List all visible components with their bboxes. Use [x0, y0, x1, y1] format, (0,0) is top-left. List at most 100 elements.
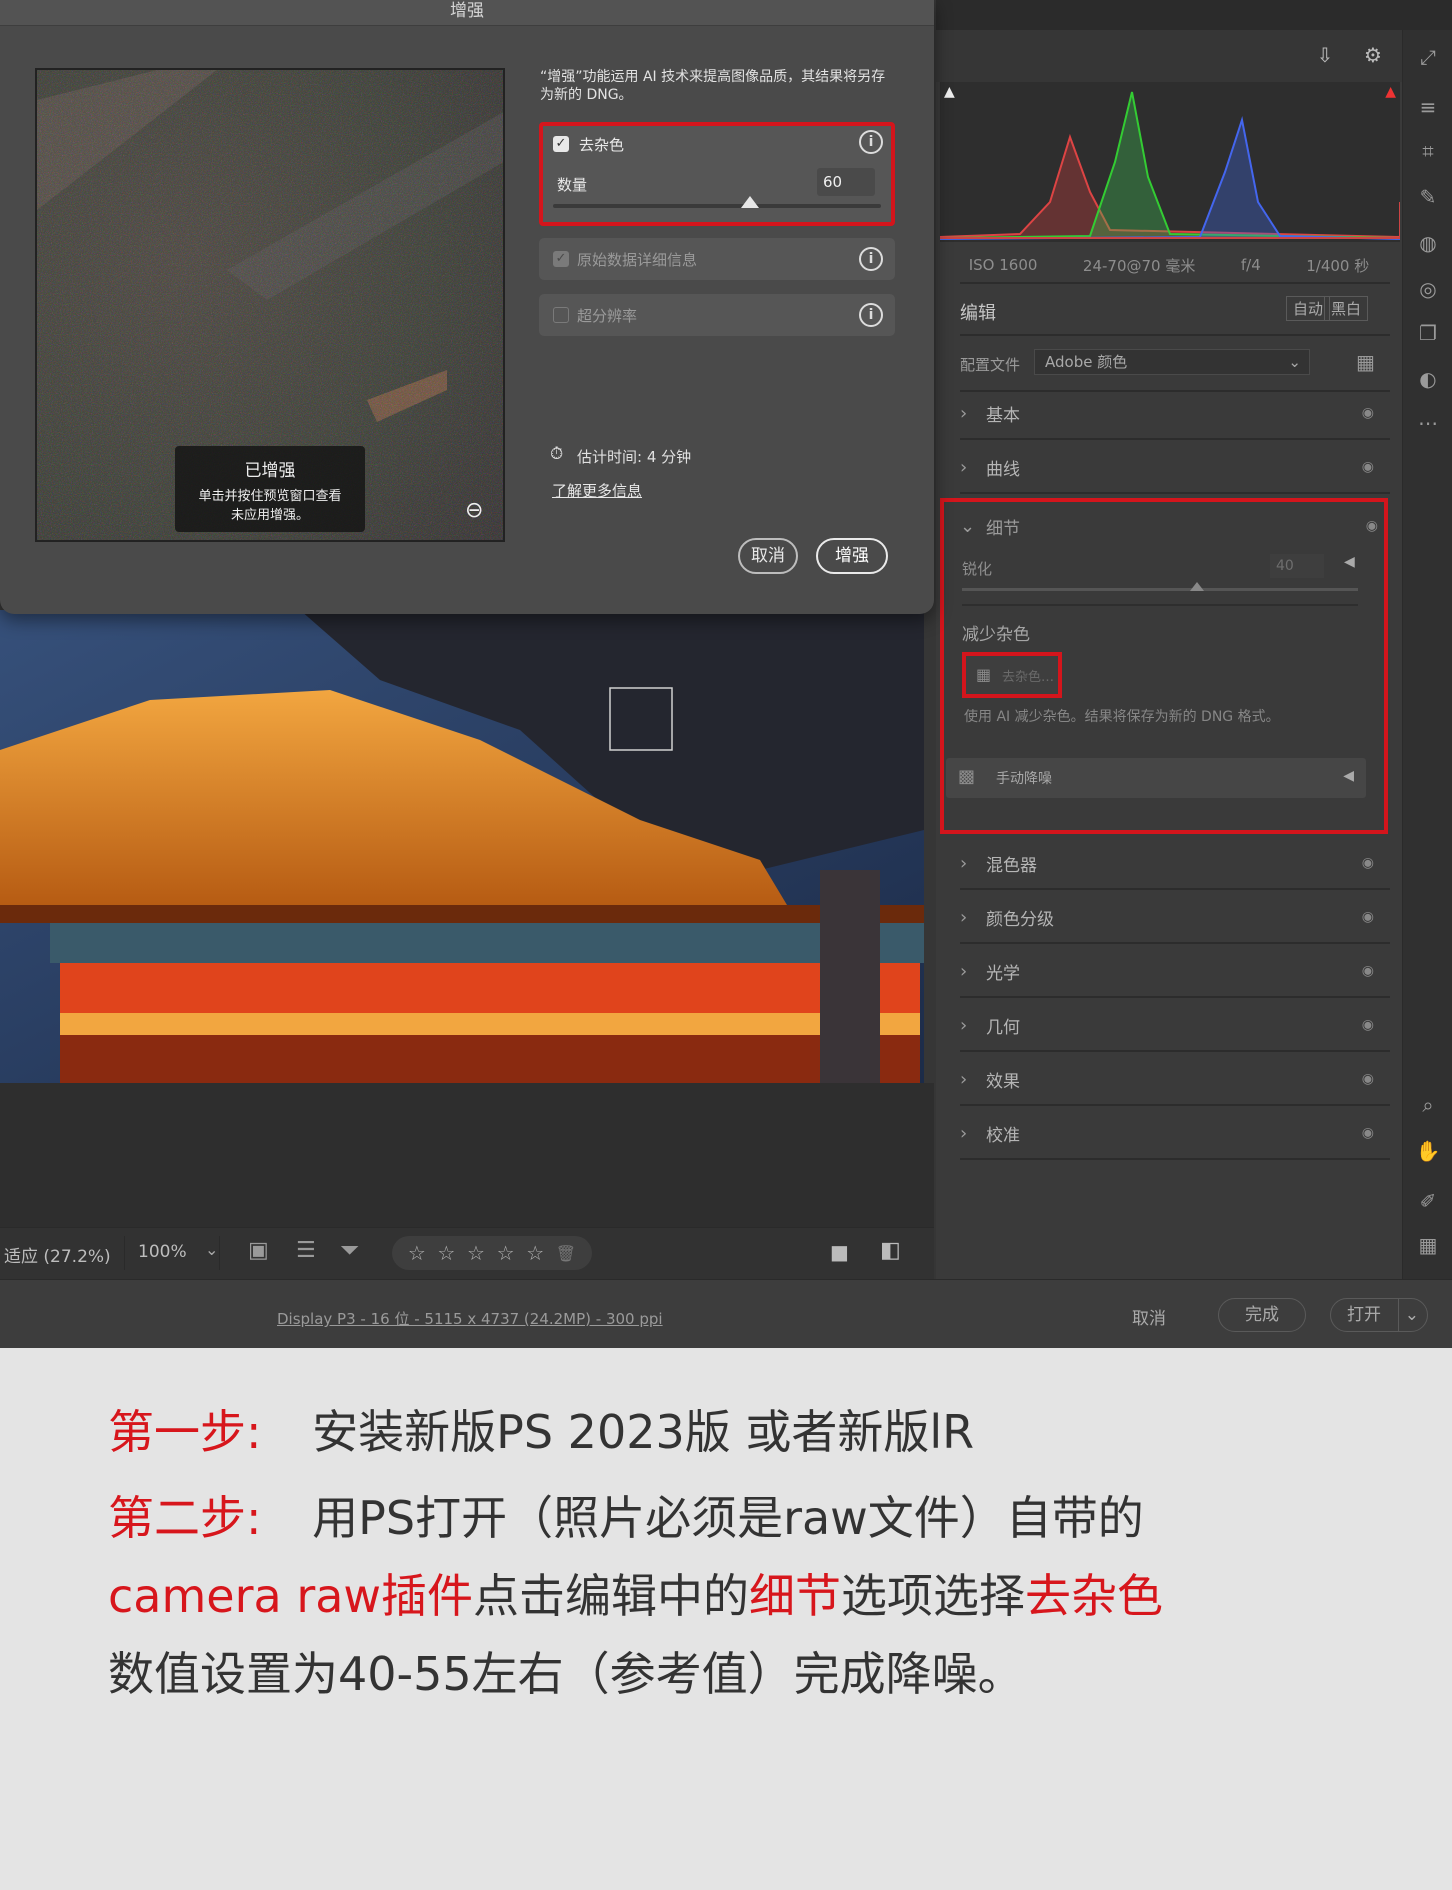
- profile-row: 配置文件 Adobe 颜色 ⌄ ▦: [960, 338, 1390, 392]
- denoise-checkbox[interactable]: ✓: [553, 136, 569, 152]
- healing-icon[interactable]: ✎: [1413, 182, 1443, 212]
- open-button[interactable]: 打开 ⌄: [1330, 1298, 1428, 1332]
- workflow-options-link[interactable]: Display P3 - 16 位 - 5115 x 4737 (24.2MP)…: [277, 1308, 663, 1329]
- eye-icon[interactable]: ◉: [1362, 855, 1374, 871]
- more-icon[interactable]: ⋯: [1413, 408, 1443, 438]
- chevron-down-icon[interactable]: ⌄: [960, 516, 975, 537]
- image-icon[interactable]: ▣: [248, 1238, 269, 1263]
- eye-icon[interactable]: ◉: [1362, 1125, 1374, 1141]
- amount-slider[interactable]: [553, 196, 881, 208]
- enhanced-badge: 已增强 单击并按住预览窗口查看 未应用增强。: [175, 446, 365, 532]
- sort-icon[interactable]: ☰: [296, 1238, 316, 1263]
- grid-icon[interactable]: ▦: [1413, 1230, 1443, 1260]
- sharpen-slider[interactable]: [962, 582, 1358, 591]
- detail-title[interactable]: 细节: [986, 514, 1020, 539]
- dialog-enhance-button[interactable]: 增强: [816, 538, 888, 574]
- section-optics[interactable]: › 光学 ◉: [960, 946, 1390, 998]
- caption-denoise: 去杂色: [1025, 1569, 1164, 1623]
- eye-icon[interactable]: ◉: [1362, 963, 1374, 979]
- eye-icon[interactable]: ◉: [1362, 1071, 1374, 1087]
- section-curve[interactable]: › 曲线 ◉: [960, 442, 1390, 494]
- timer-icon: ⏱: [550, 444, 564, 464]
- zoom-out-icon[interactable]: ⊖: [465, 498, 483, 523]
- gear-icon[interactable]: ⚙: [1358, 40, 1388, 70]
- redeye-icon[interactable]: ◎: [1413, 274, 1443, 304]
- info-icon[interactable]: i: [859, 247, 883, 271]
- exif-lens: 24-70@70 毫米: [1082, 256, 1196, 275]
- star-icon[interactable]: ☆: [408, 1241, 426, 1265]
- section-geometry[interactable]: › 几何 ◉: [960, 1000, 1390, 1052]
- cancel-button[interactable]: 取消: [1132, 1304, 1166, 1329]
- crop-icon[interactable]: ⌗: [1413, 136, 1443, 166]
- compare-icon[interactable]: ◧: [880, 1238, 901, 1263]
- done-button[interactable]: 完成: [1218, 1298, 1306, 1332]
- eye-icon[interactable]: ◉: [1362, 909, 1374, 925]
- sliders-icon[interactable]: ≡: [1413, 92, 1443, 122]
- slider-thumb[interactable]: [1190, 582, 1205, 591]
- expand-icon[interactable]: ⤢: [1413, 42, 1443, 72]
- view-toggle-icon[interactable]: ■: [830, 1240, 849, 1264]
- histogram: ▲ ▲: [939, 82, 1401, 242]
- info-icon[interactable]: i: [859, 130, 883, 154]
- star-icon[interactable]: ☆: [497, 1241, 515, 1265]
- learn-more-link[interactable]: 了解更多信息: [552, 480, 642, 501]
- profile-select[interactable]: Adobe 颜色 ⌄: [1034, 349, 1310, 375]
- trash-icon[interactable]: 🗑: [556, 1244, 576, 1263]
- hand-icon[interactable]: ✋: [1413, 1136, 1443, 1166]
- section-grading[interactable]: › 颜色分级 ◉: [960, 892, 1390, 944]
- slider-thumb[interactable]: [740, 196, 759, 208]
- dialog-cancel-button[interactable]: 取消: [738, 538, 798, 574]
- ai-note: 使用 AI 减少杂色。结果将保存为新的 DNG 格式。: [964, 709, 1280, 725]
- chevron-right-icon: ›: [960, 456, 968, 478]
- zoom-100-label[interactable]: 100%: [138, 1242, 187, 1262]
- chevron-down-icon[interactable]: ⌄: [205, 1240, 218, 1259]
- caption-line-4: 数值设置为40-55左右（参考值）完成降噪。: [108, 1638, 1024, 1704]
- section-mixer[interactable]: › 混色器 ◉: [960, 838, 1390, 890]
- triangle-left-icon[interactable]: ◀: [1343, 768, 1354, 784]
- step1-label: 第一步:: [108, 1405, 262, 1459]
- section-calibration[interactable]: › 校准 ◉: [960, 1108, 1390, 1160]
- section-effects[interactable]: › 效果 ◉: [960, 1054, 1390, 1106]
- mask-icon[interactable]: ◍: [1413, 228, 1443, 258]
- manual-denoise-row[interactable]: ▩ 手动降噪 ◀: [946, 758, 1366, 798]
- view-status-bar: 适应 (27.2%) 100% ⌄ ▣ ☰ ⏷ ☆ ☆ ☆ ☆ ☆ 🗑 ■ ◧: [0, 1227, 934, 1279]
- eye-icon[interactable]: ◉: [1362, 1017, 1374, 1033]
- highlight-clipping-icon[interactable]: ▲: [1385, 84, 1396, 100]
- star-icon[interactable]: ☆: [526, 1241, 544, 1265]
- snapshots-icon[interactable]: ◐: [1413, 364, 1443, 394]
- sharpen-value-field[interactable]: 40: [1270, 554, 1324, 578]
- exif-iso: ISO 1600: [968, 256, 1038, 274]
- zoom-icon[interactable]: ⌕: [1413, 1090, 1443, 1120]
- enhance-preview[interactable]: 已增强 单击并按住预览窗口查看 未应用增强。 ⊖: [35, 68, 505, 542]
- dialog-title: 增强: [0, 0, 934, 26]
- profile-browser-icon[interactable]: ▦: [1356, 350, 1375, 374]
- raw-details-checkbox[interactable]: ✓: [553, 251, 569, 267]
- info-icon[interactable]: i: [859, 303, 883, 327]
- super-res-label: 超分辨率: [577, 307, 638, 325]
- super-res-checkbox[interactable]: [553, 307, 569, 323]
- fit-zoom-label[interactable]: 适应 (27.2%): [4, 1242, 111, 1267]
- eye-icon[interactable]: ◉: [1362, 459, 1374, 475]
- bw-button[interactable]: 黑白: [1323, 296, 1368, 321]
- save-icon[interactable]: ⇩: [1310, 40, 1340, 70]
- star-icon[interactable]: ☆: [467, 1241, 485, 1265]
- amount-value-field[interactable]: 60: [817, 168, 875, 196]
- shadow-clipping-icon[interactable]: ▲: [944, 84, 955, 100]
- triangle-left-icon[interactable]: ◀: [1344, 554, 1355, 570]
- caption-line-3: camera raw插件点击编辑中的细节选项选择去杂色: [108, 1560, 1163, 1626]
- color-sampler-icon[interactable]: ✐: [1413, 1186, 1443, 1216]
- filter-icon[interactable]: ⏷: [340, 1236, 359, 1264]
- super-res-card: 超分辨率 i: [539, 294, 895, 336]
- image-preview-canvas[interactable]: [0, 610, 924, 1083]
- sharpen-label: 锐化: [962, 560, 993, 578]
- eye-icon[interactable]: ◉: [1366, 518, 1378, 534]
- presets-icon[interactable]: ❐: [1413, 318, 1443, 348]
- rating-stars[interactable]: ☆ ☆ ☆ ☆ ☆ 🗑: [392, 1236, 592, 1270]
- caption-line-2: 第二步: 用PS打开（照片必须是raw文件）自带的: [108, 1482, 1144, 1548]
- eye-icon[interactable]: ◉: [1362, 405, 1374, 421]
- denoise-button[interactable]: ▦ 去杂色…: [962, 652, 1062, 698]
- star-icon[interactable]: ☆: [437, 1241, 455, 1265]
- badge-line2: 未应用增强。: [230, 508, 309, 523]
- raw-details-card: ✓ 原始数据详细信息 i: [539, 238, 895, 280]
- section-basic[interactable]: › 基本 ◉: [960, 388, 1390, 440]
